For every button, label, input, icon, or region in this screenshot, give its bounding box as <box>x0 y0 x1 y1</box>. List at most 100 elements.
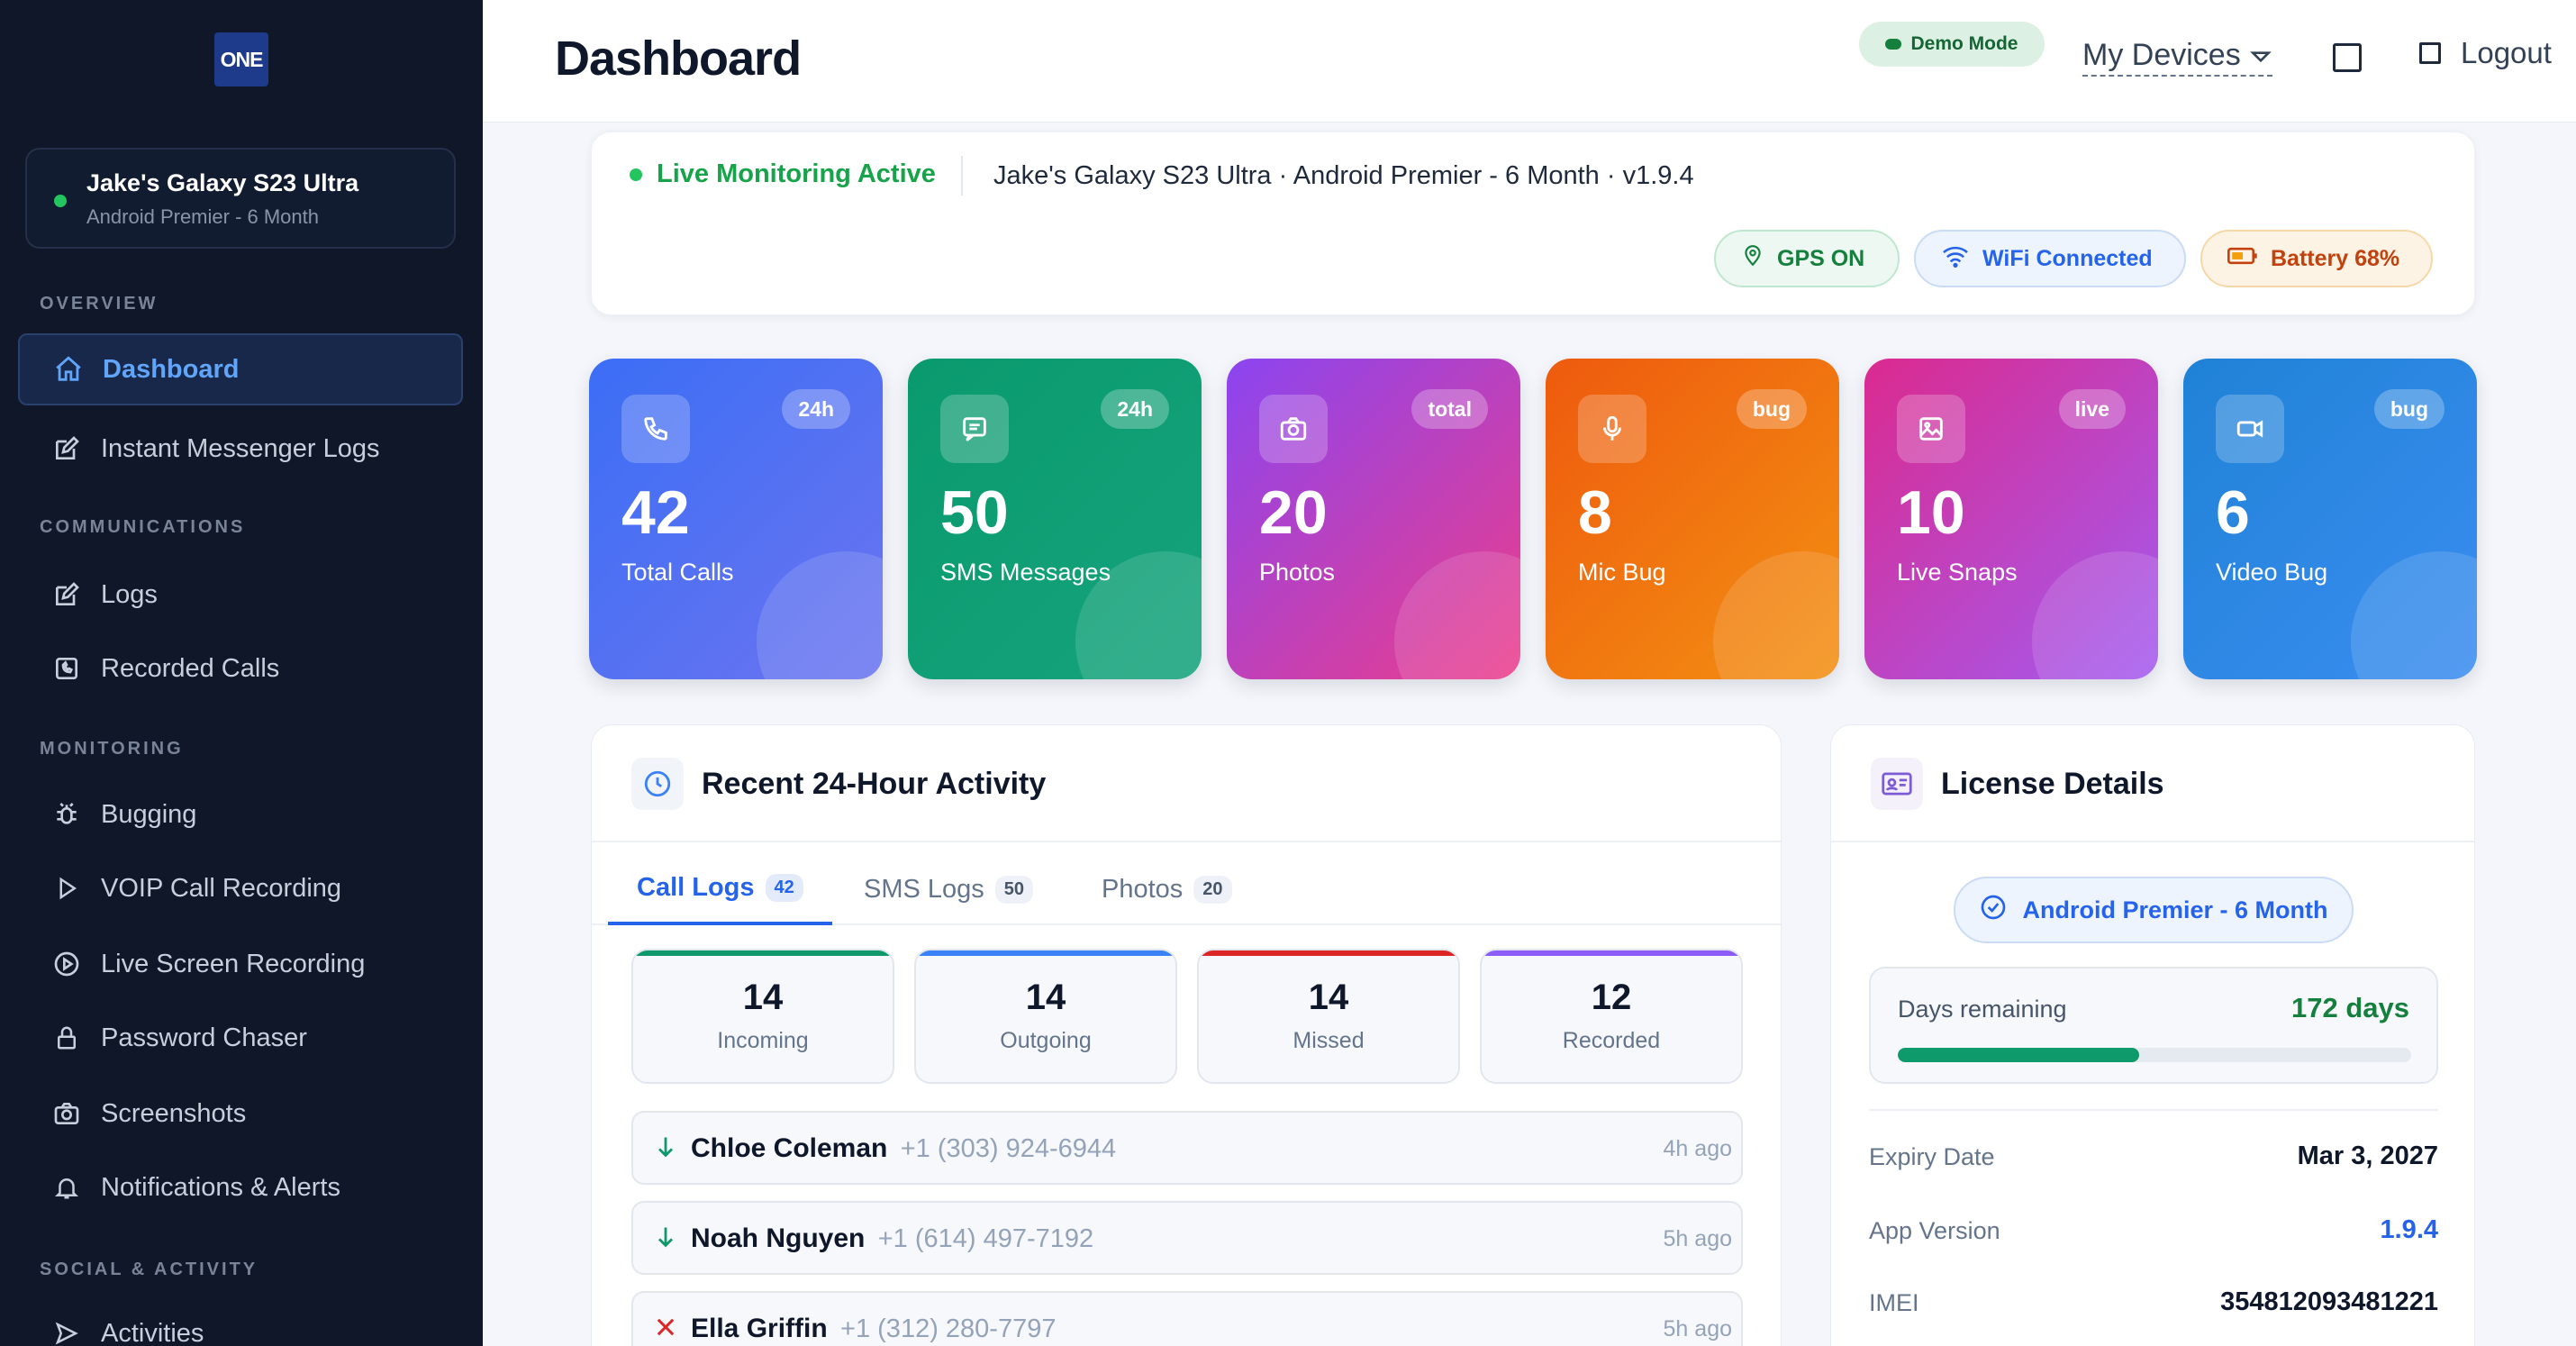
stat-card-live-snaps[interactable]: live 10 Live Snaps <box>1864 359 2158 679</box>
live-monitoring-label: Live Monitoring Active <box>657 159 936 188</box>
device-name: Jake's Galaxy S23 Ultra <box>86 169 359 196</box>
gps-status-label: GPS ON <box>1777 245 1865 271</box>
location-pin-icon <box>1741 242 1764 276</box>
sidebar-item-logs[interactable]: Logs <box>18 559 463 631</box>
summary-label: Outgoing <box>1000 1028 1092 1053</box>
call-contact: Chloe Coleman +1 (303) 924-6944 <box>691 1133 1116 1164</box>
my-devices-label: My Devices <box>2082 38 2241 72</box>
check-circle-icon <box>1979 893 2008 928</box>
wifi-status-label: WiFi Connected <box>1982 245 2153 271</box>
edit-icon <box>50 578 83 611</box>
summary-missed: 14 Missed <box>1197 949 1460 1084</box>
stat-label: Live Snaps <box>1897 559 2018 586</box>
top-header: Dashboard Demo Mode My Devices Logout <box>483 0 2576 123</box>
wifi-icon <box>1941 244 1970 274</box>
stat-badge: total <box>1411 389 1488 429</box>
wifi-status-pill: WiFi Connected <box>1914 230 2186 287</box>
summary-value: 12 <box>1591 978 1632 1017</box>
id-card-icon <box>1871 758 1923 810</box>
sidebar-item-label: Activities <box>101 1318 204 1346</box>
call-time-ago: 5h ago <box>1663 1316 1732 1341</box>
sidebar-item-password-chaser[interactable]: Password Chaser <box>18 1002 463 1074</box>
summary-label: Missed <box>1293 1028 1365 1053</box>
sidebar-item-bugging[interactable]: Bugging <box>18 778 463 850</box>
contact-name: Chloe Coleman <box>691 1133 888 1163</box>
sidebar-item-dashboard[interactable]: Dashboard <box>18 333 463 405</box>
days-progress-fill <box>1898 1048 2139 1062</box>
summary-color-bar <box>1482 950 1741 956</box>
days-progress-track <box>1898 1048 2411 1062</box>
call-log-row[interactable]: Noah Nguyen +1 (614) 497-7192 5h ago <box>631 1201 1743 1275</box>
battery-icon <box>2227 246 2258 272</box>
battery-status-pill: Battery 68% <box>2200 230 2433 287</box>
sidebar-item-recorded-calls[interactable]: Recorded Calls <box>18 632 463 705</box>
tab-photos[interactable]: Photos 20 <box>1102 853 1232 925</box>
stat-value: 8 <box>1578 478 1612 547</box>
sidebar-item-label: Instant Messenger Logs <box>101 433 380 463</box>
contact-number: +1 (303) 924-6944 <box>900 1134 1117 1163</box>
device-plan: Android Premier - 6 Month <box>86 205 319 228</box>
panel-header: License Details <box>1831 725 2474 842</box>
send-icon <box>50 1317 83 1346</box>
sidebar-item-voip-call-recording[interactable]: VOIP Call Recording <box>18 852 463 924</box>
stat-label: Total Calls <box>621 559 734 586</box>
call-contact: Noah Nguyen +1 (614) 497-7192 <box>691 1223 1093 1254</box>
summary-value: 14 <box>1025 978 1066 1017</box>
days-remaining-box: Days remaining 172 days <box>1869 967 2438 1084</box>
divider <box>1869 1109 2438 1111</box>
summary-value: 14 <box>1308 978 1349 1017</box>
stat-badge: bug <box>2373 389 2444 429</box>
camera-icon <box>1259 395 1328 463</box>
decorative-circle <box>1394 551 1520 679</box>
sidebar-item-activities[interactable]: Activities <box>18 1297 463 1346</box>
my-devices-dropdown[interactable]: My Devices <box>2082 38 2273 77</box>
logout-button[interactable]: Logout <box>2419 36 2552 70</box>
device-status-dot <box>54 195 67 207</box>
stat-card-total-calls[interactable]: 24h 42 Total Calls <box>589 359 883 679</box>
decorative-circle <box>1713 551 1839 679</box>
app-logo[interactable]: ONE <box>214 32 268 86</box>
logout-label: Logout <box>2461 36 2552 69</box>
tab-call-logs[interactable]: Call Logs 42 <box>608 853 832 925</box>
microphone-icon <box>1578 395 1646 463</box>
clock-icon <box>631 758 684 810</box>
sidebar-item-label: VOIP Call Recording <box>101 873 342 903</box>
summary-recorded: 12 Recorded <box>1480 949 1743 1084</box>
sidebar-item-screenshots[interactable]: Screenshots <box>18 1078 463 1150</box>
panel-title: Recent 24-Hour Activity <box>702 767 1047 801</box>
stat-label: SMS Messages <box>940 559 1111 586</box>
stat-value: 6 <box>2216 478 2250 547</box>
sidebar-item-instant-messenger-logs[interactable]: Instant Messenger Logs <box>18 413 463 485</box>
device-selector-card[interactable]: Jake's Galaxy S23 Ultra Android Premier … <box>25 148 456 249</box>
device-status-card: Live Monitoring Active Jake's Galaxy S23… <box>591 132 2475 315</box>
fullscreen-toggle-button[interactable] <box>2333 43 2362 72</box>
call-log-row[interactable]: Chloe Coleman +1 (303) 924-6944 4h ago <box>631 1111 1743 1185</box>
decorative-circle <box>2351 551 2477 679</box>
sidebar: ONE Jake's Galaxy S23 Ultra Android Prem… <box>0 0 483 1346</box>
summary-label: Incoming <box>717 1028 809 1053</box>
sidebar-item-live-screen-recording[interactable]: Live Screen Recording <box>18 928 463 1000</box>
days-remaining-value: 172 days <box>2291 992 2409 1023</box>
edit-icon <box>50 432 83 465</box>
license-details-panel: License Details Android Premier - 6 Mont… <box>1830 724 2475 1346</box>
stat-card-photos[interactable]: total 20 Photos <box>1227 359 1520 679</box>
license-row-key: App Version <box>1869 1217 2000 1244</box>
tab-sms-logs[interactable]: SMS Logs 50 <box>864 853 1034 925</box>
recent-activity-panel: Recent 24-Hour Activity Call Logs 42 SMS… <box>591 724 1782 1346</box>
stat-card-sms-messages[interactable]: 24h 50 SMS Messages <box>908 359 1202 679</box>
stat-card-video-bug[interactable]: bug 6 Video Bug <box>2183 359 2477 679</box>
sidebar-item-notifications-alerts[interactable]: Notifications & Alerts <box>18 1151 463 1223</box>
license-row-imei: IMEI 354812093481221 <box>1869 1282 2438 1327</box>
license-plan-badge: Android Premier - 6 Month <box>1954 877 2354 943</box>
demo-mode-label: Demo Mode <box>1910 33 2018 54</box>
summary-outgoing: 14 Outgoing <box>914 949 1177 1084</box>
license-row-value: 354812093481221 <box>2220 1287 2438 1316</box>
stat-card-mic-bug[interactable]: bug 8 Mic Bug <box>1546 359 1839 679</box>
panel-header: Recent 24-Hour Activity <box>592 725 1781 842</box>
section-communications: COMMUNICATIONS <box>40 517 246 537</box>
bug-icon <box>50 798 83 831</box>
days-remaining-label: Days remaining <box>1898 996 2067 1023</box>
video-icon <box>2216 395 2284 463</box>
call-log-row[interactable]: Ella Griffin +1 (312) 280-7797 5h ago <box>631 1291 1743 1346</box>
summary-color-bar <box>916 950 1175 956</box>
